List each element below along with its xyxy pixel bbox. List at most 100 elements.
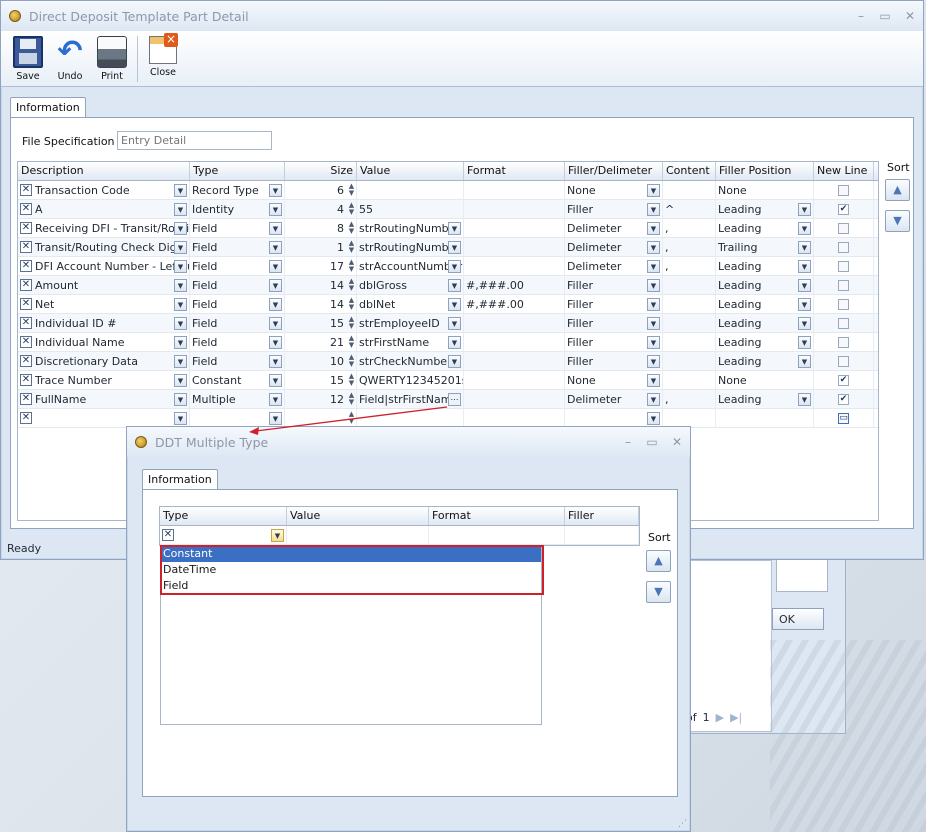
content-cell[interactable]: , [663, 390, 716, 408]
new-line-cell[interactable] [814, 333, 874, 351]
filler-dropdown-icon[interactable]: ▼ [647, 184, 660, 197]
filler-position-cell[interactable]: Trailing ▼ [716, 238, 814, 256]
content-cell[interactable] [663, 333, 716, 351]
column-header-size[interactable]: Size [285, 162, 357, 180]
sort-down-button[interactable]: ▼ [885, 210, 910, 232]
new-line-cell[interactable]: ▭ [814, 409, 874, 427]
type-dropdown-icon[interactable]: ▼ [269, 317, 282, 330]
popup-column-header-filler[interactable]: Filler [565, 507, 639, 525]
size-spinner-icon[interactable]: ▲ ▼ [347, 297, 356, 311]
new-line-cell[interactable] [814, 238, 874, 256]
new-line-checkbox[interactable] [838, 298, 849, 310]
description-dropdown-icon[interactable]: ▼ [174, 298, 187, 311]
value-cell[interactable]: strRoutingNumber ▼ [357, 238, 464, 256]
pager-next-icon[interactable]: ▶ [716, 711, 724, 724]
filler-cell[interactable]: Delimeter ▼ [565, 219, 663, 237]
size-cell[interactable]: 14 ▲ ▼ [285, 276, 357, 294]
tab-information[interactable]: Information [10, 97, 86, 118]
size-cell[interactable]: 1 ▲ ▼ [285, 238, 357, 256]
save-button[interactable]: Save [7, 31, 49, 87]
resize-grip-icon[interactable]: ⋰ [678, 819, 687, 829]
content-cell[interactable] [663, 295, 716, 313]
description-cell[interactable]: ✕ ▼ [18, 409, 190, 427]
description-dropdown-icon[interactable]: ▼ [174, 374, 187, 387]
new-line-checkbox[interactable]: ✔ [838, 393, 849, 405]
new-row-filler-cell[interactable] [565, 526, 639, 544]
type-cell[interactable]: Field ▼ [190, 219, 285, 237]
filler-cell[interactable]: Filler ▼ [565, 333, 663, 351]
type-cell[interactable]: Field ▼ [190, 238, 285, 256]
new-line-checkbox[interactable]: ✔ [838, 374, 849, 386]
filler-dropdown-icon[interactable]: ▼ [647, 260, 660, 273]
type-cell[interactable]: Multiple ▼ [190, 390, 285, 408]
value-cell[interactable]: 55 [357, 200, 464, 218]
filler-position-dropdown-icon[interactable]: ▼ [798, 241, 811, 254]
popup-sort-down-button[interactable]: ▼ [646, 581, 671, 603]
size-spinner-icon[interactable]: ▲ ▼ [347, 202, 356, 216]
value-cell[interactable]: strRoutingNumber ▼ [357, 219, 464, 237]
size-spinner-icon[interactable]: ▲ ▼ [347, 316, 356, 330]
filler-cell[interactable]: Filler ▼ [565, 352, 663, 370]
filler-position-dropdown-icon[interactable]: ▼ [798, 317, 811, 330]
description-cell[interactable]: ✕ Discretionary Data ▼ [18, 352, 190, 370]
new-line-checkbox[interactable] [838, 184, 849, 196]
size-spinner-icon[interactable]: ▲ ▼ [347, 354, 356, 368]
filler-position-dropdown-icon[interactable]: ▼ [798, 203, 811, 216]
new-line-cell[interactable] [814, 181, 874, 199]
filler-position-dropdown-icon[interactable]: ▼ [798, 298, 811, 311]
description-dropdown-icon[interactable]: ▼ [174, 260, 187, 273]
size-spinner-icon[interactable]: ▲ ▼ [347, 221, 356, 235]
value-dropdown-icon[interactable]: ▼ [448, 260, 461, 273]
content-cell[interactable] [663, 276, 716, 294]
value-cell[interactable]: dblNet ▼ [357, 295, 464, 313]
description-cell[interactable]: ✕ Trace Number ▼ [18, 371, 190, 389]
delete-row-icon[interactable]: ✕ [20, 184, 32, 196]
filler-dropdown-icon[interactable]: ▼ [647, 241, 660, 254]
type-dropdown-icon[interactable]: ▼ [271, 529, 284, 542]
description-cell[interactable]: ✕ A ▼ [18, 200, 190, 218]
column-header-description[interactable]: Description [18, 162, 190, 180]
filler-cell[interactable]: None ▼ [565, 181, 663, 199]
minimize-icon[interactable]: – [854, 9, 868, 23]
format-cell[interactable] [464, 314, 565, 332]
filler-position-dropdown-icon[interactable]: ▼ [798, 393, 811, 406]
format-cell[interactable] [464, 219, 565, 237]
type-cell[interactable]: Field ▼ [190, 333, 285, 351]
filler-cell[interactable]: None ▼ [565, 371, 663, 389]
value-cell[interactable]: strAccountNumber ▼ [357, 257, 464, 275]
new-line-cell[interactable] [814, 219, 874, 237]
new-line-checkbox[interactable] [838, 317, 849, 329]
size-cell[interactable]: 12 ▲ ▼ [285, 390, 357, 408]
popup-minimize-icon[interactable]: – [621, 435, 635, 449]
filler-position-cell[interactable]: Leading ▼ [716, 200, 814, 218]
filler-position-cell[interactable] [716, 409, 814, 427]
format-cell[interactable] [464, 390, 565, 408]
filler-position-cell[interactable]: Leading ▼ [716, 219, 814, 237]
description-dropdown-icon[interactable]: ▼ [174, 355, 187, 368]
type-cell[interactable]: ▼ [190, 409, 285, 427]
content-cell[interactable]: , [663, 219, 716, 237]
size-cell[interactable]: 4 ▲ ▼ [285, 200, 357, 218]
new-line-checkbox[interactable] [838, 260, 849, 272]
content-cell[interactable]: , [663, 238, 716, 256]
filler-position-dropdown-icon[interactable]: ▼ [798, 336, 811, 349]
filler-dropdown-icon[interactable]: ▼ [647, 298, 660, 311]
new-line-cell[interactable] [814, 257, 874, 275]
column-header-format[interactable]: Format [464, 162, 565, 180]
type-dropdown-icon[interactable]: ▼ [269, 279, 282, 292]
size-cell[interactable]: 10 ▲ ▼ [285, 352, 357, 370]
new-line-cell[interactable]: ✔ [814, 390, 874, 408]
new-line-cell[interactable]: ✔ [814, 371, 874, 389]
type-cell[interactable]: Constant ▼ [190, 371, 285, 389]
description-cell[interactable]: ✕ FullName ▼ [18, 390, 190, 408]
description-cell[interactable]: ✕DFI Account Number - Left Justified▼ [18, 257, 190, 275]
popup-sort-up-button[interactable]: ▲ [646, 550, 671, 572]
description-cell[interactable]: ✕ Net ▼ [18, 295, 190, 313]
filler-position-dropdown-icon[interactable]: ▼ [798, 355, 811, 368]
size-spinner-icon[interactable]: ▲ ▼ [347, 411, 356, 425]
filler-dropdown-icon[interactable]: ▼ [647, 279, 660, 292]
filler-position-cell[interactable]: Leading ▼ [716, 390, 814, 408]
size-cell[interactable]: 6 ▲ ▼ [285, 181, 357, 199]
file-spec-input[interactable] [117, 131, 272, 150]
content-cell[interactable] [663, 181, 716, 199]
